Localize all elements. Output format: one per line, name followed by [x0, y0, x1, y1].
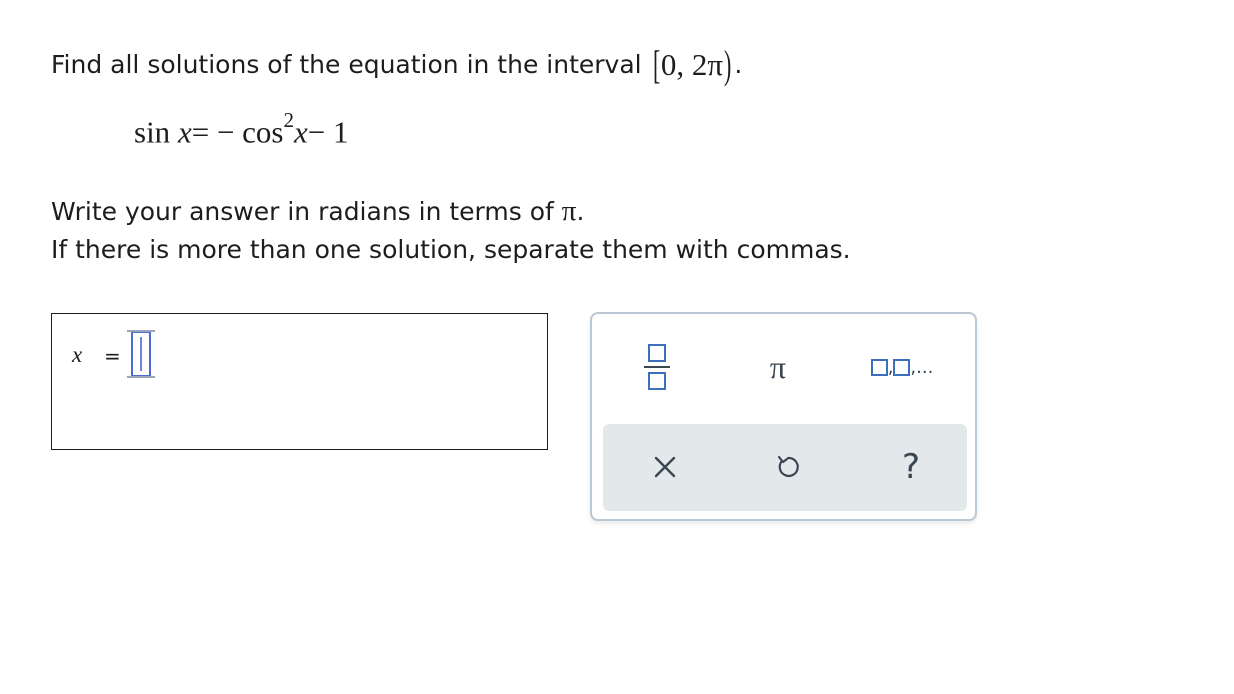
fraction-button[interactable]	[627, 342, 687, 392]
instruction-radians-text: Write your answer in radians in terms of	[51, 197, 554, 226]
fraction-bar	[644, 366, 670, 368]
fraction-denominator-box	[648, 372, 666, 390]
answer-input[interactable]	[127, 330, 155, 378]
answer-variable: x	[72, 342, 83, 367]
interval-open-bracket: [	[652, 42, 660, 87]
fraction-numerator-box	[648, 344, 666, 362]
undo-icon	[777, 455, 799, 478]
rhs-tail: − 1	[307, 114, 349, 150]
minus-sign: −	[216, 114, 235, 150]
lhs-variable: x	[177, 114, 192, 150]
answer-equals: =	[104, 344, 121, 368]
answer-box[interactable]: x =	[51, 313, 548, 450]
pi-symbol: π	[561, 195, 577, 227]
palette-actions: ?	[603, 424, 967, 511]
pi-icon: π	[769, 348, 787, 385]
rhs-variable: x	[294, 114, 308, 150]
equation: sin x= − cos2x− 1	[134, 108, 349, 150]
instruction-period: .	[576, 197, 585, 226]
equals-sign: =	[191, 114, 210, 150]
interval-body: 0, 2π	[660, 47, 724, 82]
interval-close-paren: )	[724, 42, 732, 87]
interval: [0, 2π)	[650, 42, 735, 87]
help-icon: ?	[901, 447, 921, 487]
lhs-function: sin	[134, 114, 171, 150]
prompt-period: .	[734, 50, 743, 79]
rhs-function: cos	[242, 114, 284, 150]
help-button[interactable]: ?	[881, 442, 941, 492]
list-icon: ,,...	[870, 356, 934, 378]
clear-button[interactable]	[635, 442, 695, 492]
list-dots: ,...	[910, 356, 934, 378]
fraction-icon	[644, 344, 670, 390]
pi-button[interactable]: π	[748, 342, 808, 392]
list-button[interactable]: ,,...	[870, 342, 934, 392]
math-palette: π ,,... ?	[590, 312, 977, 521]
instruction-commas: If there is more than one solution, sepa…	[51, 235, 851, 264]
exponent: 2	[283, 108, 295, 132]
list-box-1	[870, 358, 888, 376]
clear-icon	[654, 456, 676, 478]
undo-button[interactable]	[758, 442, 818, 492]
list-box-2	[893, 358, 911, 376]
question-prompt: Find all solutions of the equation in th…	[51, 36, 743, 87]
text-caret	[140, 337, 142, 371]
instruction-radians: Write your answer in radians in terms of…	[51, 195, 584, 228]
prompt-text: Find all solutions of the equation in th…	[51, 50, 642, 79]
